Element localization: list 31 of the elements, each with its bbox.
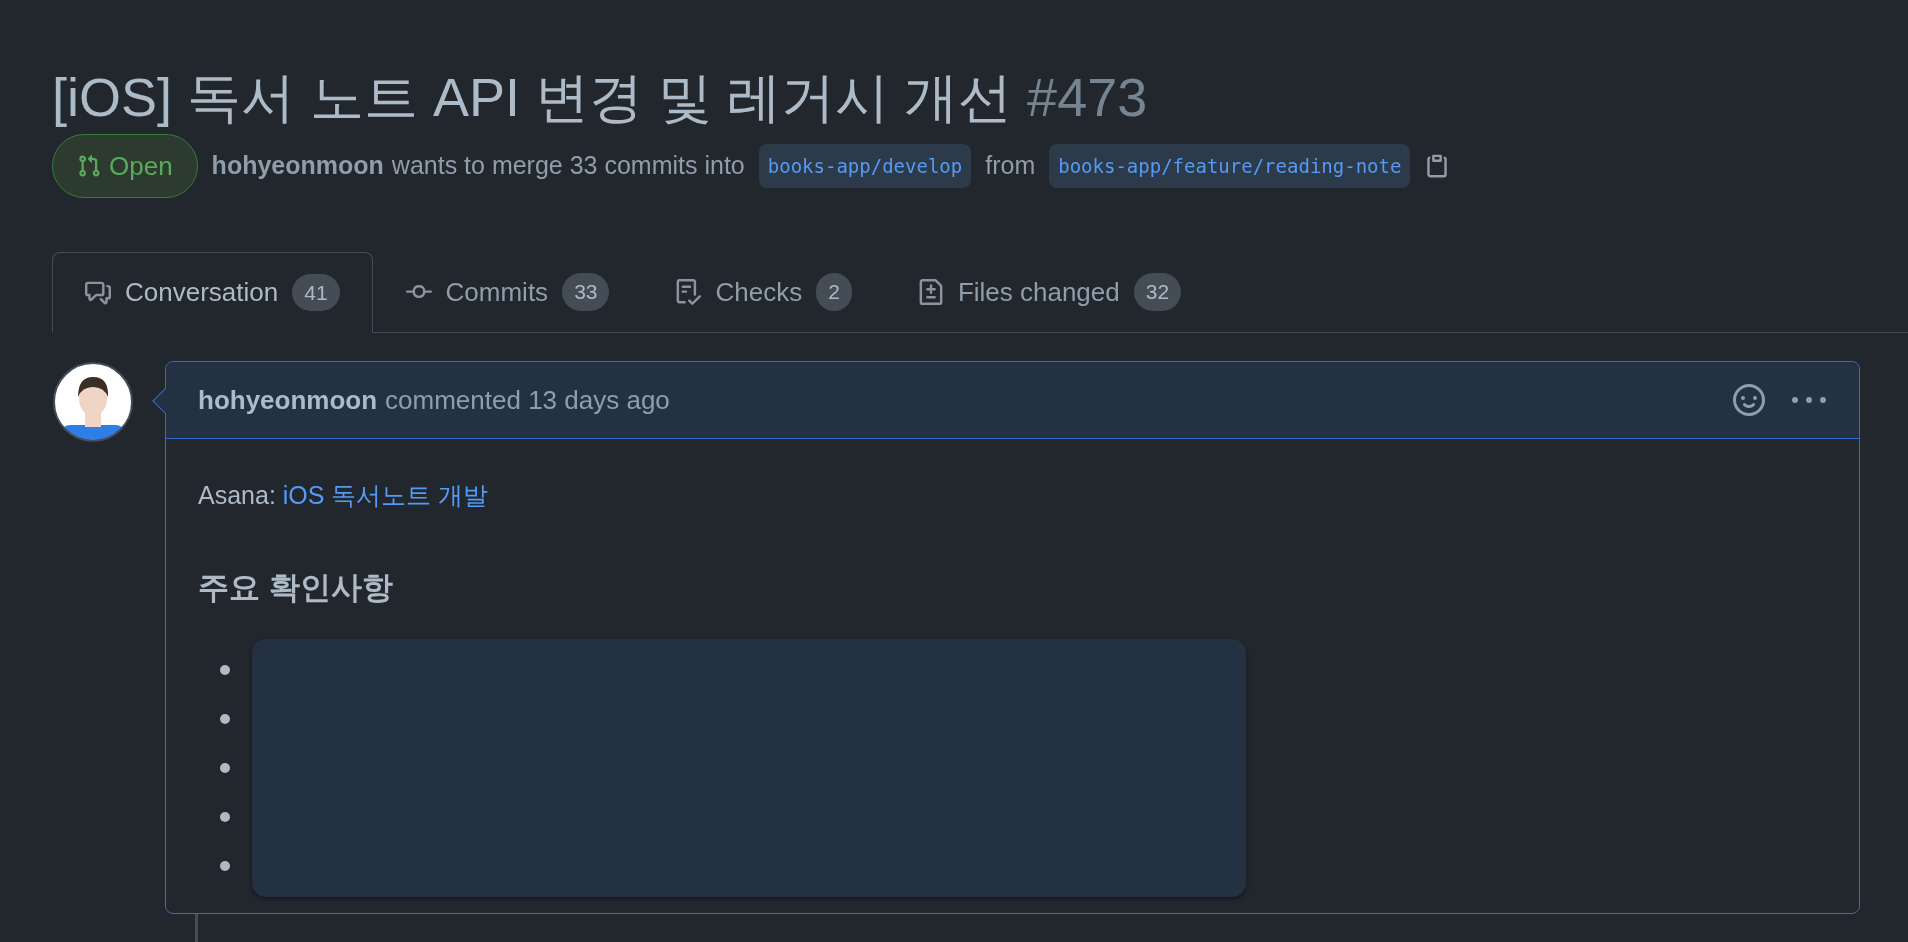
count-badge: 41: [292, 273, 340, 312]
checklist-icon: [675, 279, 702, 305]
count-badge: 32: [1133, 273, 1182, 311]
author-link[interactable]: hohyeonmoon: [211, 147, 384, 185]
comment-author[interactable]: hohyeonmoon: [198, 380, 378, 420]
count-badge: 2: [816, 273, 852, 311]
tab[interactable]: Files changed 32: [884, 252, 1215, 332]
branch-label[interactable]: books-app/feature/reading-note: [1049, 143, 1411, 189]
section-heading: 주요 확인사항: [198, 568, 394, 607]
bullet-icon: [220, 861, 230, 871]
comment-meta: commented 13 days ago: [385, 383, 670, 417]
file-diff-icon: [917, 279, 944, 305]
comment-discussion-icon: [85, 279, 111, 306]
more-icon[interactable]: [1791, 395, 1827, 405]
bullet-icon: [220, 763, 230, 773]
task-link[interactable]: iOS 독서노트 개발: [282, 481, 489, 509]
pull-request-icon: [77, 154, 101, 178]
merge-text: wants to merge 33 commits into: [391, 150, 745, 182]
tab[interactable]: Conversation 41: [52, 252, 373, 333]
bullet-icon: [220, 665, 230, 675]
status-badge: Open: [52, 134, 198, 198]
count-badge: 33: [562, 273, 610, 311]
pull-request-title: [iOS] 독서 노트 API 변경 및 레거시 개선 #473: [52, 66, 1149, 129]
asana-link-line: Asana: iOS 독서노트 개발: [198, 480, 490, 511]
tab[interactable]: Commits 33: [372, 252, 643, 332]
tab[interactable]: Checks 2: [642, 252, 885, 332]
bullet-icon: [220, 812, 230, 822]
bullet-icon: [220, 714, 230, 724]
smiley-icon[interactable]: [1733, 384, 1765, 416]
branch-label[interactable]: books-app/develop: [758, 143, 972, 189]
from-text: from: [985, 150, 1036, 182]
